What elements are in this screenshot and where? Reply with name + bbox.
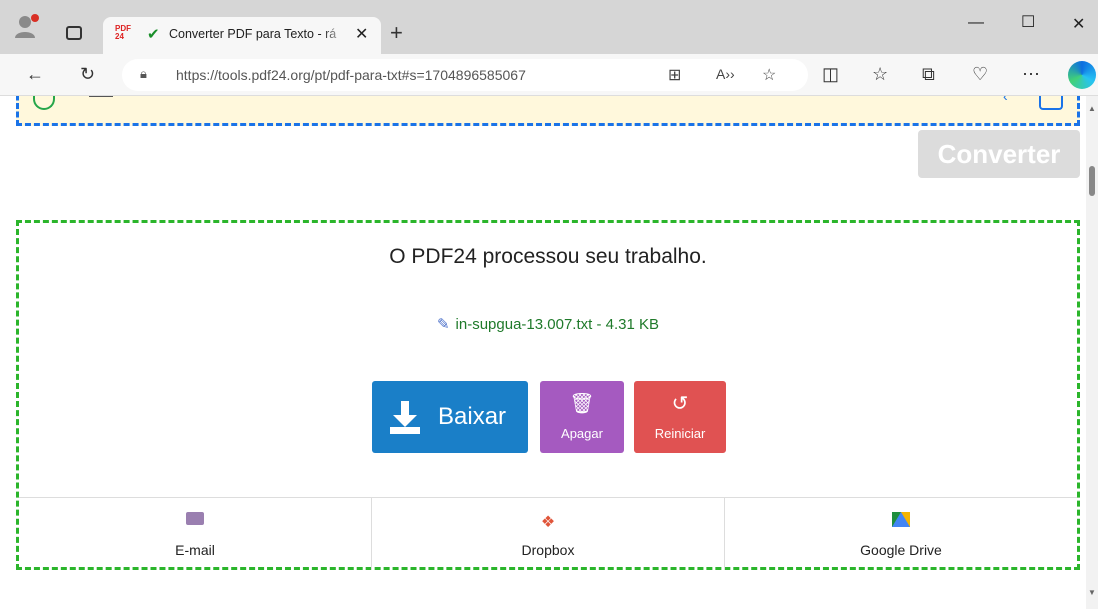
toolbar-strip: ‹ [16,96,1080,126]
envelope-icon [186,512,204,525]
shield-icon [33,96,55,110]
scroll-up-icon[interactable]: ▲ [1088,104,1096,113]
delete-button[interactable]: 🗑︎ Apagar [540,381,624,453]
share-options: E-mail ❖ Dropbox Google Drive [19,497,1077,570]
zoom-icon[interactable]: ‹ [1003,96,1008,104]
address-bar[interactable]: 🔒︎ https://tools.pdf24.org/pt/pdf-para-t… [122,59,808,91]
google-drive-icon [892,512,910,527]
result-title: O PDF24 processou seu trabalho. [389,245,707,268]
scrollbar-thumb[interactable] [1089,166,1095,196]
download-label: Baixar [438,403,507,430]
upload-icon[interactable] [1039,96,1063,110]
more-options-icon[interactable]: ⋯ [1022,64,1040,85]
favorites-icon[interactable]: ☆ [872,64,888,85]
share-email-label: E-mail [175,542,215,558]
reset-button[interactable]: ↺ Reiniciar [634,381,726,453]
browser-tab[interactable]: PDF 24 ✔ Converter PDF para Texto - rá ✕ [103,17,381,54]
menu-icon[interactable] [89,96,113,97]
share-google-drive[interactable]: Google Drive [725,498,1077,570]
pdf24-favicon-icon: PDF 24 [115,24,131,41]
check-icon: ✔ [147,26,160,43]
vertical-scrollbar[interactable]: ▲ ▼ [1086,96,1098,609]
file-label[interactable]: in-supgua-13.007.txt - 4.31 KB [456,316,659,333]
share-dropbox-label: Dropbox [521,542,575,558]
collections-icon[interactable]: ⧉ [922,64,935,85]
app-available-icon[interactable]: ⊞ [668,65,681,85]
read-aloud-icon[interactable]: A›› [716,66,735,82]
convert-button[interactable]: Converter [918,130,1080,178]
browser-essentials-icon[interactable]: ♡ [972,64,988,85]
undo-icon: ↺ [671,393,689,415]
tab-title: Converter PDF para Texto - rá [169,27,337,41]
share-dropbox[interactable]: ❖ Dropbox [372,498,725,570]
lock-icon[interactable]: 🔒︎ [140,66,147,82]
reset-label: Reiniciar [654,426,706,441]
trash-icon: 🗑︎ [569,393,595,415]
dropbox-icon: ❖ [540,514,556,531]
window-close-icon[interactable]: ✕ [1072,14,1085,34]
copilot-icon[interactable] [1068,61,1096,89]
url-text[interactable]: https://tools.pdf24.org/pt/pdf-para-txt#… [176,67,526,83]
new-tab-icon[interactable]: + [390,20,403,46]
page-content: ‹ Converter O PDF24 processou seu trabal… [0,96,1086,609]
tab-close-icon[interactable]: ✕ [355,24,368,44]
title-bar: PDF 24 ✔ Converter PDF para Texto - rá ✕ … [0,0,1098,54]
refresh-icon[interactable]: ↻ [80,64,95,85]
navigation-bar: ← ↻ 🔒︎ https://tools.pdf24.org/pt/pdf-pa… [0,54,1098,96]
delete-label: Apagar [561,426,603,441]
share-google-drive-label: Google Drive [860,542,942,558]
download-icon [390,401,420,434]
pencil-icon[interactable]: ✎ [437,316,450,333]
minimize-icon[interactable]: — [968,14,984,32]
maximize-icon[interactable]: ☐ [1021,12,1035,32]
profile-avatar-icon[interactable] [14,13,40,39]
tab-actions-icon[interactable] [66,26,82,40]
favorite-star-icon[interactable]: ☆ [762,65,776,85]
back-icon[interactable]: ← [26,64,44,85]
share-email[interactable]: E-mail [19,498,372,570]
file-link[interactable]: ✎ in-supgua-13.007.txt - 4.31 KB [19,315,1077,333]
split-screen-icon[interactable]: ◫ [822,64,839,85]
result-panel: O PDF24 processou seu trabalho. ✎ in-supg… [16,220,1080,570]
scroll-down-icon[interactable]: ▼ [1088,588,1096,597]
download-button[interactable]: Baixar [372,381,528,453]
